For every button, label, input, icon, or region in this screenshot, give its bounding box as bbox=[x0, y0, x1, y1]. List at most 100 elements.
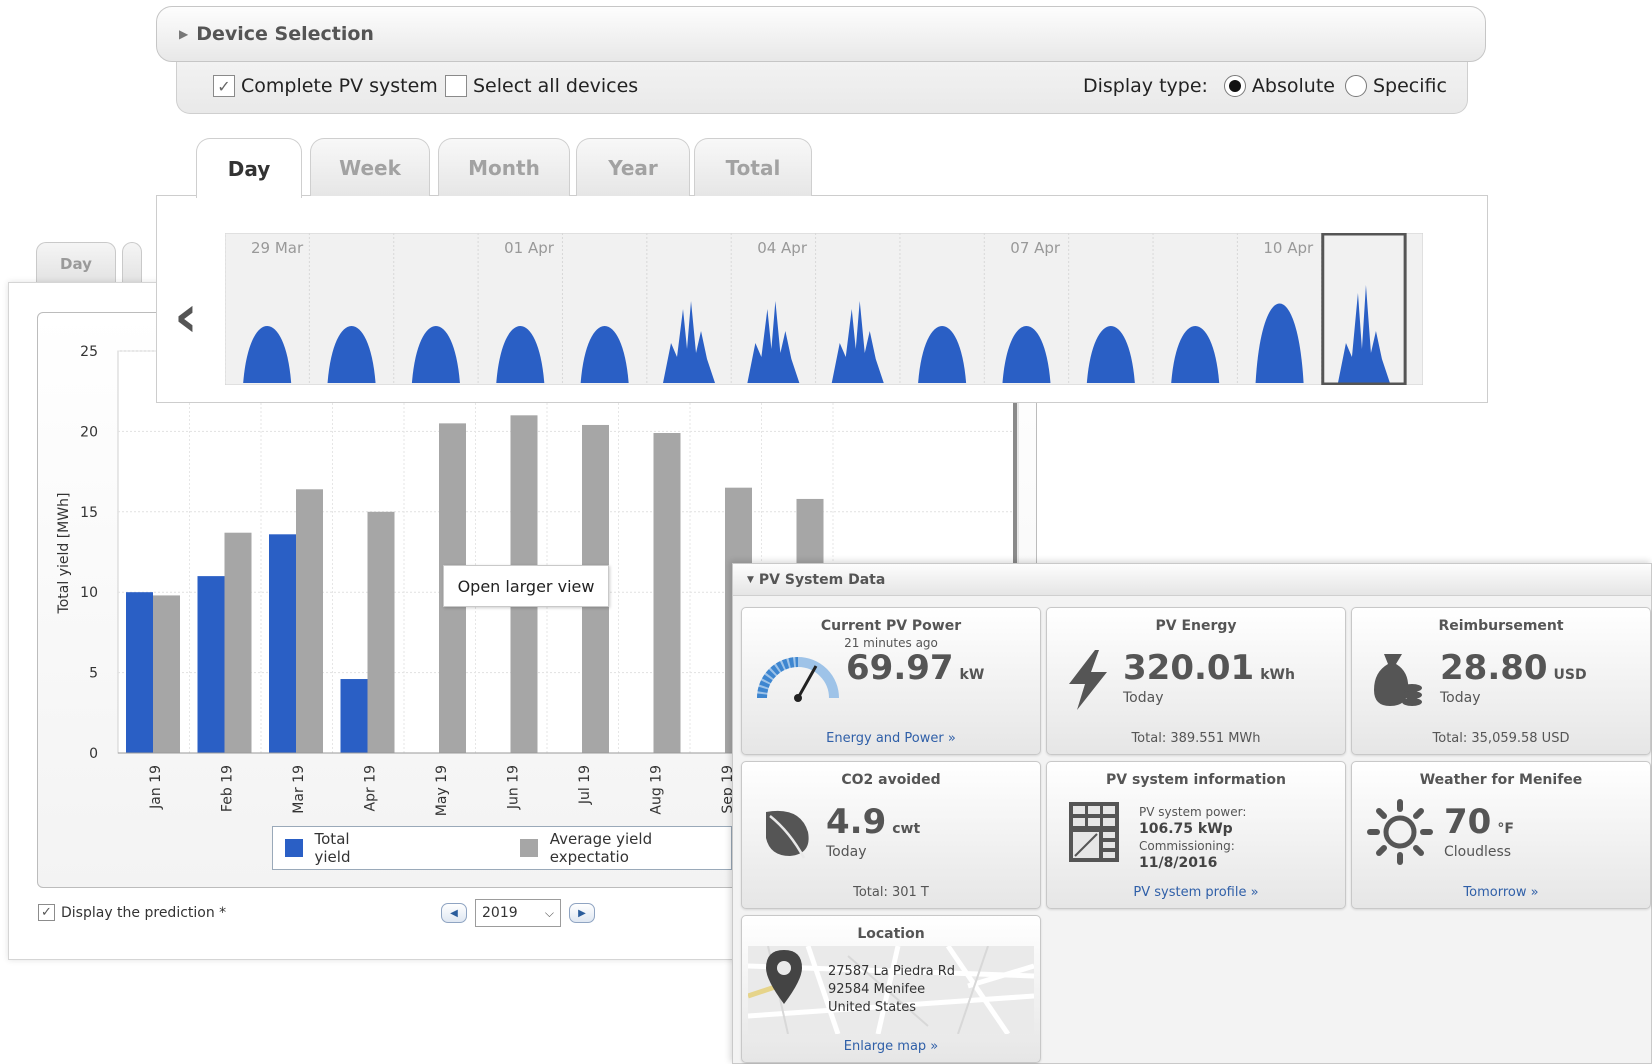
reimbursement-period: Today bbox=[1440, 690, 1481, 706]
co2-avoided-title: CO2 avoided bbox=[841, 772, 941, 788]
x-tick-label: Jul 19 bbox=[577, 765, 593, 805]
tomorrow-link[interactable]: Tomorrow » bbox=[1352, 885, 1650, 900]
select-all-devices-checkbox[interactable] bbox=[445, 75, 467, 97]
co2-avoided-unit: cwt bbox=[892, 821, 921, 837]
collapse-triangle-icon: ▼ bbox=[747, 574, 754, 585]
x-tick-label: Mar 19 bbox=[291, 765, 307, 814]
strip-date-label: 04 Apr bbox=[757, 239, 808, 257]
tab-year[interactable]: Year bbox=[576, 138, 690, 196]
current-pv-power-unit: kW bbox=[959, 667, 985, 683]
commissioning-value: 11/8/2016 bbox=[1139, 855, 1218, 871]
daily-production-strip[interactable]: 29 Mar 01 Apr 04 Apr 07 Apr 10 Apr bbox=[225, 233, 1423, 385]
bar-total-yield bbox=[340, 679, 368, 753]
display-prediction-checkbox[interactable]: ✓ bbox=[38, 904, 55, 921]
co2-avoided-period: Today bbox=[826, 844, 867, 860]
strip-date-label: 07 Apr bbox=[1010, 239, 1061, 257]
weather-title: Weather for Menifee bbox=[1419, 772, 1583, 788]
specific-label: Specific bbox=[1372, 75, 1447, 97]
pv-system-power-label: PV system power: bbox=[1139, 805, 1247, 819]
tab-total[interactable]: Total bbox=[694, 138, 812, 196]
reimbursement-title: Reimbursement bbox=[1438, 618, 1564, 634]
pv-energy-period: Today bbox=[1123, 690, 1164, 706]
expand-triangle-icon: ▶ bbox=[179, 27, 189, 41]
tab-week-label: Week bbox=[339, 155, 401, 180]
pv-system-power-value: 106.75 kWp bbox=[1139, 821, 1233, 837]
bar-average-yield bbox=[224, 532, 252, 753]
pv-energy-value: 320.01 bbox=[1123, 648, 1255, 688]
current-pv-power-title: Current PV Power bbox=[820, 618, 962, 634]
pv-energy-unit: kWh bbox=[1260, 667, 1295, 683]
co2-avoided-total: Total: 301 T bbox=[853, 885, 929, 900]
pv-system-information-tile: PV system information PV system power: 1… bbox=[1046, 761, 1346, 909]
reimbursement-value: 28.80 bbox=[1440, 648, 1548, 688]
display-type-group: Display type: Absolute Specific bbox=[1083, 75, 1447, 97]
open-larger-view-tooltip[interactable]: Open larger view bbox=[443, 565, 609, 607]
pv-system-information-title: PV system information bbox=[1106, 772, 1286, 788]
select-all-devices-option[interactable]: Select all devices bbox=[445, 75, 638, 97]
pv-energy-title: PV Energy bbox=[1155, 618, 1237, 634]
tab-total-label: Total bbox=[725, 155, 781, 180]
enlarge-map-link[interactable]: Enlarge map » bbox=[742, 1039, 1040, 1054]
location-title: Location bbox=[857, 926, 925, 942]
bar-total-yield bbox=[197, 576, 225, 753]
previous-year-button[interactable]: ◀ bbox=[441, 903, 467, 923]
reimbursement-unit: USD bbox=[1553, 667, 1587, 683]
display-prediction-option[interactable]: ✓ Display the prediction * bbox=[38, 904, 226, 921]
tab-year-label: Year bbox=[608, 155, 658, 180]
chevron-down-icon: ⌵ bbox=[544, 905, 554, 920]
commissioning-label: Commissioning: bbox=[1139, 839, 1235, 853]
reimbursement-tile: Reimbursement 28.80 USD Today Total: 35,… bbox=[1351, 607, 1651, 755]
specific-radio[interactable] bbox=[1344, 75, 1367, 97]
pv-system-data-panel: ▼ PV System Data Current PV Power 21 min… bbox=[732, 563, 1652, 1064]
tab-week[interactable]: Week bbox=[310, 138, 430, 196]
x-tick-label: Jan 19 bbox=[148, 765, 164, 810]
year-select[interactable]: 2019 ⌵ bbox=[475, 899, 561, 927]
co2-avoided-value: 4.9 bbox=[826, 802, 887, 842]
bar-average-yield bbox=[296, 489, 323, 753]
back-tab-day[interactable]: Day bbox=[36, 242, 116, 284]
pv-energy-total: Total: 389.551 MWh bbox=[1131, 731, 1261, 746]
pv-system-data-header[interactable]: ▼ PV System Data bbox=[733, 564, 1651, 596]
location-address: 27587 La Piedra Rd 92584 Menifee United … bbox=[828, 963, 955, 1017]
y-tick-label: 0 bbox=[89, 746, 98, 762]
complete-pv-system-option[interactable]: ✓ Complete PV system bbox=[213, 75, 438, 97]
money-bag-icon bbox=[1374, 654, 1422, 706]
reimbursement-total: Total: 35,059.58 USD bbox=[1432, 731, 1570, 746]
pv-system-profile-link[interactable]: PV system profile » bbox=[1047, 885, 1345, 900]
current-pv-power-tile: Current PV Power 21 minutes ago 69.97 kW… bbox=[741, 607, 1041, 755]
chevron-left-icon[interactable]: ‹ bbox=[174, 287, 198, 345]
x-tick-label: Apr 19 bbox=[362, 765, 378, 811]
absolute-label: Absolute bbox=[1251, 75, 1335, 97]
address-line-1: 27587 La Piedra Rd bbox=[828, 964, 955, 979]
weather-tile: Weather for Menifee 70 °F Cloudless Tomo… bbox=[1351, 761, 1651, 909]
strip-date-label: 10 Apr bbox=[1263, 239, 1314, 257]
tab-day-label: Day bbox=[227, 156, 271, 181]
device-selection-header[interactable]: ▶ Device Selection bbox=[156, 6, 1486, 62]
pv-system-information-details: PV system power: 106.75 kWp Commissionin… bbox=[1139, 804, 1246, 872]
strip-date-label: 29 Mar bbox=[251, 239, 304, 257]
tooltip-text: Open larger view bbox=[457, 576, 595, 596]
strip-background bbox=[225, 233, 1423, 385]
tab-day[interactable]: Day bbox=[196, 138, 302, 198]
next-year-button[interactable]: ▶ bbox=[569, 903, 595, 923]
address-line-2: 92584 Menifee bbox=[828, 982, 926, 997]
address-line-3: United States bbox=[828, 1000, 917, 1015]
x-tick-label: May 19 bbox=[434, 765, 450, 816]
location-tile: Location 27587 La Piedra Rd 92584 Menife… bbox=[741, 915, 1041, 1063]
energy-and-power-link[interactable]: Energy and Power » bbox=[742, 731, 1040, 746]
legend-label-average-yield: Average yield expectatio bbox=[549, 830, 653, 866]
co2-avoided-value-group: 4.9 cwt bbox=[826, 802, 920, 842]
tab-month[interactable]: Month bbox=[438, 138, 570, 196]
y-tick-label: 5 bbox=[89, 666, 98, 682]
lightning-icon bbox=[1069, 650, 1107, 710]
tab-month-label: Month bbox=[468, 155, 540, 180]
y-tick-label: 25 bbox=[80, 344, 98, 360]
bar-average-yield bbox=[653, 433, 681, 753]
bar-total-yield bbox=[126, 592, 153, 753]
pv-system-data-title: PV System Data bbox=[758, 571, 886, 588]
back-tab-week[interactable] bbox=[122, 242, 142, 284]
legend-swatch-average-yield bbox=[520, 839, 538, 857]
absolute-radio[interactable] bbox=[1223, 75, 1246, 97]
weather-value-group: 70 °F bbox=[1444, 802, 1514, 842]
complete-pv-system-checkbox[interactable]: ✓ bbox=[213, 75, 235, 97]
